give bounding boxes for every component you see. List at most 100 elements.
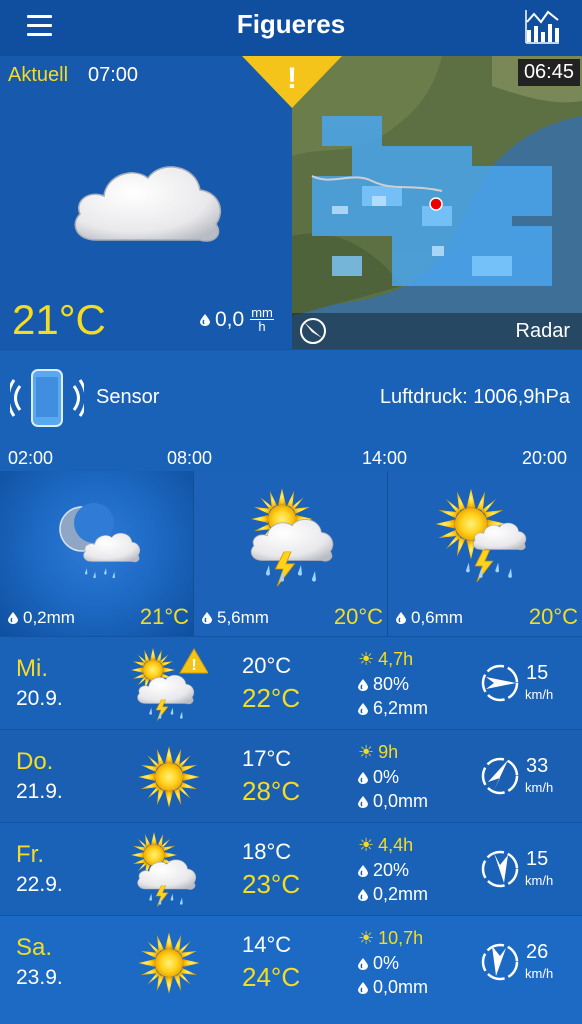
daily-row[interactable]: Mi. 20.9. ! 20°C 22°C ☀ 4,7h 80% 6,2mm 15…: [0, 636, 582, 729]
sensor-label: Sensor: [96, 386, 160, 408]
max-temp: 22°C: [242, 683, 301, 713]
wind-unit: km/h: [525, 873, 554, 888]
top-bar: Figueres: [0, 0, 582, 56]
day-date: 23.9.: [16, 966, 63, 989]
sun-hours: ☀ 4,4h: [358, 835, 414, 855]
sensor-row[interactable]: Sensor Luftdruck: 1006,9hPa: [0, 349, 582, 443]
drop-icon: [396, 612, 406, 624]
sun-thunderstorm-icon: [130, 831, 208, 909]
drop-icon: [358, 796, 368, 808]
wind-direction-icon: [481, 664, 519, 702]
sun-hours: ☀ 10,7h: [358, 928, 424, 948]
hour-label: 20:00: [522, 448, 568, 468]
rain-probability: 80%: [358, 674, 409, 695]
wind-unit: km/h: [525, 687, 554, 702]
drop-icon: [358, 679, 368, 691]
wind-speed: 33: [526, 755, 549, 777]
page-title: Figueres: [236, 9, 346, 39]
rain-amount: 0,0mm: [358, 977, 428, 998]
hourly-temp: 20°C: [333, 604, 383, 629]
hourly-column[interactable]: 0,6mm 20°C: [388, 471, 582, 636]
min-temp: 18°C: [242, 839, 292, 864]
sun-icon: [130, 924, 208, 1002]
wind-unit: km/h: [525, 780, 554, 795]
drop-icon: [358, 889, 368, 901]
sun-hours: ☀ 9h: [358, 742, 399, 762]
current-temperature: 21°C: [12, 296, 106, 343]
sun-hours: ☀ 4,7h: [358, 649, 414, 669]
min-temp: 14°C: [242, 932, 292, 957]
wind-direction-icon: [481, 943, 519, 981]
drop-icon: [202, 612, 212, 624]
wind-direction-icon: [481, 850, 519, 888]
hourly-forecast: 02:00 08:00 14:00 20:00 0,2mm 21°C 5,6mm…: [0, 443, 582, 636]
phone-sensor-icon: [10, 369, 84, 427]
max-temp: 24°C: [242, 962, 301, 992]
min-temp: 20°C: [242, 653, 292, 678]
precip-unit: mm h: [250, 305, 274, 334]
hourly-precip: 5,6mm: [202, 608, 269, 628]
compass-icon: [300, 318, 326, 344]
day-date: 22.9.: [16, 873, 63, 896]
drop-icon: [358, 865, 368, 877]
rain-amount: 0,2mm: [358, 884, 428, 905]
rain-probability: 0%: [358, 953, 399, 974]
day-date: 20.9.: [16, 687, 63, 710]
hourly-temp: 21°C: [139, 604, 189, 629]
sun-thunderstorm-warning-icon: !: [130, 645, 208, 723]
drop-icon: [200, 314, 210, 326]
hour-label: 08:00: [167, 448, 213, 468]
hourly-temp: 20°C: [528, 604, 578, 629]
day-name: Sa.: [16, 934, 53, 961]
radar-time: 06:45: [517, 59, 580, 86]
sun-thunderstorm-icon: [236, 483, 346, 593]
night-cloud-rain-icon: [58, 503, 152, 593]
chart-button[interactable]: [524, 8, 560, 44]
current-precipitation: 0,0 mm h: [200, 306, 274, 333]
rain-probability: 0%: [358, 767, 399, 788]
chart-icon: [525, 10, 559, 44]
hour-label: 14:00: [362, 448, 408, 468]
rain-amount: 6,2mm: [358, 698, 428, 719]
max-temp: 23°C: [242, 869, 301, 899]
current-label: Aktuell: [8, 64, 69, 86]
min-temp: 17°C: [242, 746, 292, 771]
warning-icon[interactable]: !: [242, 56, 342, 108]
drop-icon: [8, 612, 18, 624]
daily-row[interactable]: Sa. 23.9. 14°C 24°C ☀ 10,7h 0% 0,0mm 26 k…: [0, 915, 582, 1024]
hourly-column[interactable]: 5,6mm 20°C: [194, 471, 387, 636]
drop-icon: [358, 772, 368, 784]
max-temp: 28°C: [242, 776, 301, 806]
drop-icon: [358, 703, 368, 715]
wind-speed: 26: [526, 941, 549, 963]
wind-direction-icon: [481, 757, 519, 795]
hourly-precip: 0,2mm: [8, 608, 75, 628]
sun-small-icon: ☀: [358, 649, 375, 669]
day-name: Do.: [16, 748, 54, 775]
svg-text:!: !: [191, 657, 196, 674]
day-date: 21.9.: [16, 780, 63, 803]
day-name: Fr.: [16, 841, 44, 868]
current-time: 07:00: [88, 64, 139, 86]
hourly-column[interactable]: 0,2mm 21°C: [0, 471, 193, 636]
sun-icon: [130, 738, 208, 816]
daily-row[interactable]: Do. 21.9. 17°C 28°C ☀ 9h 0% 0,0mm 33 km/h: [0, 729, 582, 822]
sun-small-icon: ☀: [358, 928, 375, 948]
hourly-precip: 0,6mm: [396, 608, 463, 628]
current-precip-value: 0,0: [215, 307, 245, 331]
drop-icon: [358, 958, 368, 970]
daily-row[interactable]: Fr. 22.9. 18°C 23°C ☀ 4,4h 20% 0,2mm 15 k…: [0, 822, 582, 915]
wind-speed: 15: [526, 662, 549, 684]
svg-text:!: !: [287, 62, 297, 95]
hour-label: 02:00: [8, 448, 54, 468]
radar-label: Radar: [515, 320, 570, 342]
sun-small-icon: ☀: [358, 835, 375, 855]
air-pressure: Luftdruck: 1006,9hPa: [379, 386, 570, 408]
wind-speed: 15: [526, 848, 549, 870]
rain-probability: 20%: [358, 860, 409, 881]
sun-thunderstorm-icon: [430, 483, 540, 593]
drop-icon: [358, 982, 368, 994]
rain-amount: 0,0mm: [358, 791, 428, 812]
day-name: Mi.: [16, 655, 48, 682]
sun-small-icon: ☀: [358, 742, 375, 762]
